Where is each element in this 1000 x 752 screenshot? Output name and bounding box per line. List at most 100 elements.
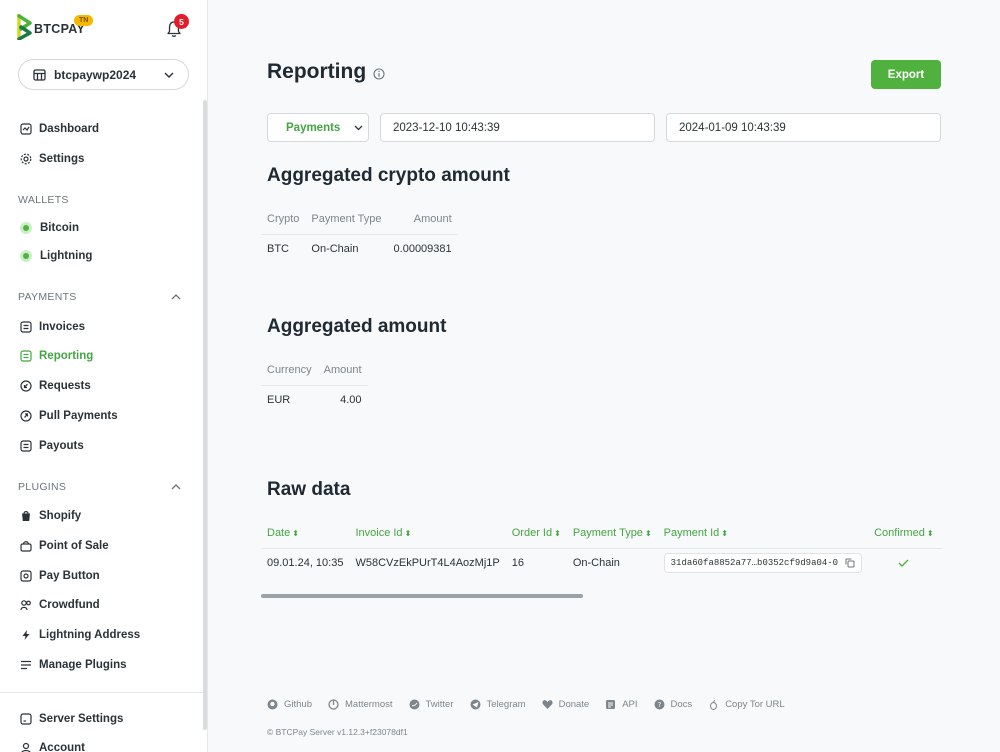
nav-pull-payments[interactable]: Pull Payments [20,407,118,425]
column-label: Order Id [511,526,553,539]
footer-link-docs[interactable]: ? Docs [654,699,692,710]
request-icon [20,380,32,392]
help-icon: ? [654,699,665,710]
table-cell-payment-type: On-Chain [572,557,620,570]
store-selector[interactable]: btcpaywp2024 [18,59,189,90]
notifications-count-badge[interactable]: 5 [174,14,189,29]
table-cell-confirmed [868,548,939,578]
footer-link-copy-tor-url[interactable]: Copy Tor URL [708,699,785,710]
footer-link-api[interactable]: API [605,699,638,710]
invoice-id-link[interactable]: W58CVzEkPUrT4L4AozMj1P [349,548,505,578]
sidebar-divider [0,692,207,693]
nav-wallet-bitcoin[interactable]: Bitcoin [20,219,79,237]
table-row: EUR 4.00 [261,385,368,415]
footer-link-github[interactable]: Github [267,699,312,710]
amount-aggregate-table: Currency Amount EUR 4.00 [261,355,368,415]
footer-link-label: Mattermost [345,699,393,710]
table-cell-payment-id: 31da60fa8852a77…b0352cf9d9a04-0 [658,548,868,578]
nav-dashboard[interactable]: Dashboard [20,120,99,138]
copy-icon[interactable] [845,558,855,568]
nav-settings-label: Settings [39,153,85,165]
column-header-truncated[interactable]: Ac [939,518,942,549]
nav-invoices[interactable]: Invoices [20,318,85,336]
column-header-invoice-id[interactable]: Invoice Id ⬍ [349,518,506,549]
nav-wallet-lightning[interactable]: Lightning [20,247,92,265]
export-button[interactable]: Export [871,60,941,89]
nav-requests-label: Requests [39,380,91,392]
nav-server-settings[interactable]: Server Settings [20,710,123,728]
column-header-order-id[interactable]: Order Id ⬍ [505,518,567,549]
tor-onion-icon [710,699,718,710]
checkmark-icon [898,559,909,568]
nav-account-label: Account [39,742,85,752]
nav-requests[interactable]: Requests [20,377,91,395]
horizontal-scrollbar[interactable] [261,594,583,598]
nav-shopify[interactable]: Shopify [20,507,81,525]
footer-link-telegram[interactable]: Telegram [470,699,526,710]
nav-crowdfund[interactable]: Crowdfund [20,596,100,614]
date-from-input[interactable] [380,113,655,142]
pull-payment-icon [20,410,32,422]
table-cell: BTC [267,243,289,256]
column-header: Currency [261,355,318,386]
chevron-up-icon[interactable] [171,484,181,490]
payment-id-chip: 31da60fa8852a77…b0352cf9d9a04-0 [663,553,863,574]
nav-pay-button-label: Pay Button [39,570,100,582]
store-name: btcpaywp2024 [54,67,137,82]
nav-invoices-label: Invoices [39,321,86,333]
nav-manage-plugins[interactable]: Manage Plugins [20,656,127,674]
nav-server-settings-label: Server Settings [39,713,124,725]
shopify-icon [22,511,30,521]
heart-icon [542,700,553,709]
nav-payouts[interactable]: Payouts [20,437,84,455]
column-header: Payment Type [305,204,388,235]
nav-settings[interactable]: Settings [20,150,84,168]
footer-link-mattermost[interactable]: Mattermost [328,699,393,710]
info-icon[interactable] [373,67,385,80]
nav-point-of-sale[interactable]: Point of Sale [20,537,109,555]
column-label: Date [267,526,291,539]
github-icon [267,699,278,710]
column-header: Crypto [261,204,306,235]
sort-icon: ⬍ [721,528,728,538]
sidebar-scrollbar[interactable] [203,100,207,730]
page-title-text: Reporting [267,60,367,83]
column-header: Amount [387,204,458,235]
table-cell-order-id: 16 [511,557,524,570]
column-label: Invoice Id [355,526,403,539]
nav-account[interactable]: Account [20,739,85,752]
nav-pay-button[interactable]: Pay Button [20,567,100,585]
table-cell-truncated: m [940,548,942,578]
crypto-aggregate-table: Crypto Payment Type Amount BTC On-Chain … [261,204,458,264]
report-type-select[interactable]: Payments [267,113,369,142]
footer-link-label: Twitter [425,699,454,710]
wallets-section-header: WALLETS [18,194,69,206]
column-header-confirmed[interactable]: Confirmed ⬍ [868,518,940,549]
footer-link-donate[interactable]: Donate [542,699,589,710]
pos-icon [20,541,32,552]
nav-payouts-label: Payouts [39,440,84,452]
table-cell: EUR [267,394,291,407]
nav-crowdfund-label: Crowdfund [39,599,100,611]
nav-manage-plugins-label: Manage Plugins [39,659,127,671]
api-icon [606,700,616,709]
telegram-icon [470,699,480,710]
date-to-input[interactable] [666,113,941,142]
footer-link-twitter[interactable]: Twitter [409,699,454,710]
raw-data-table: Date ⬍ Invoice Id ⬍ Order Id ⬍ Payment Type… [261,518,942,578]
lightning-bolt-icon [22,630,30,640]
nav-lightning-address[interactable]: Lightning Address [20,626,140,644]
raw-data-scroll-container[interactable]: Date ⬍ Invoice Id ⬍ Order Id ⬍ Payment Type… [261,518,942,578]
store-icon [33,68,46,81]
chevron-up-icon[interactable] [171,294,181,300]
column-header-payment-id[interactable]: Payment Id ⬍ [657,518,869,549]
table-cell: 4.00 [340,394,362,407]
column-header-payment-type[interactable]: Payment Type ⬍ [566,518,658,549]
gear-icon [20,153,32,165]
nav-bitcoin-label: Bitcoin [40,222,79,234]
twitter-icon [409,699,420,710]
nav-reporting[interactable]: Reporting [20,347,93,365]
column-header: Amount [317,355,368,386]
column-header-date[interactable]: Date ⬍ [261,518,350,549]
pay-button-icon [20,570,32,582]
